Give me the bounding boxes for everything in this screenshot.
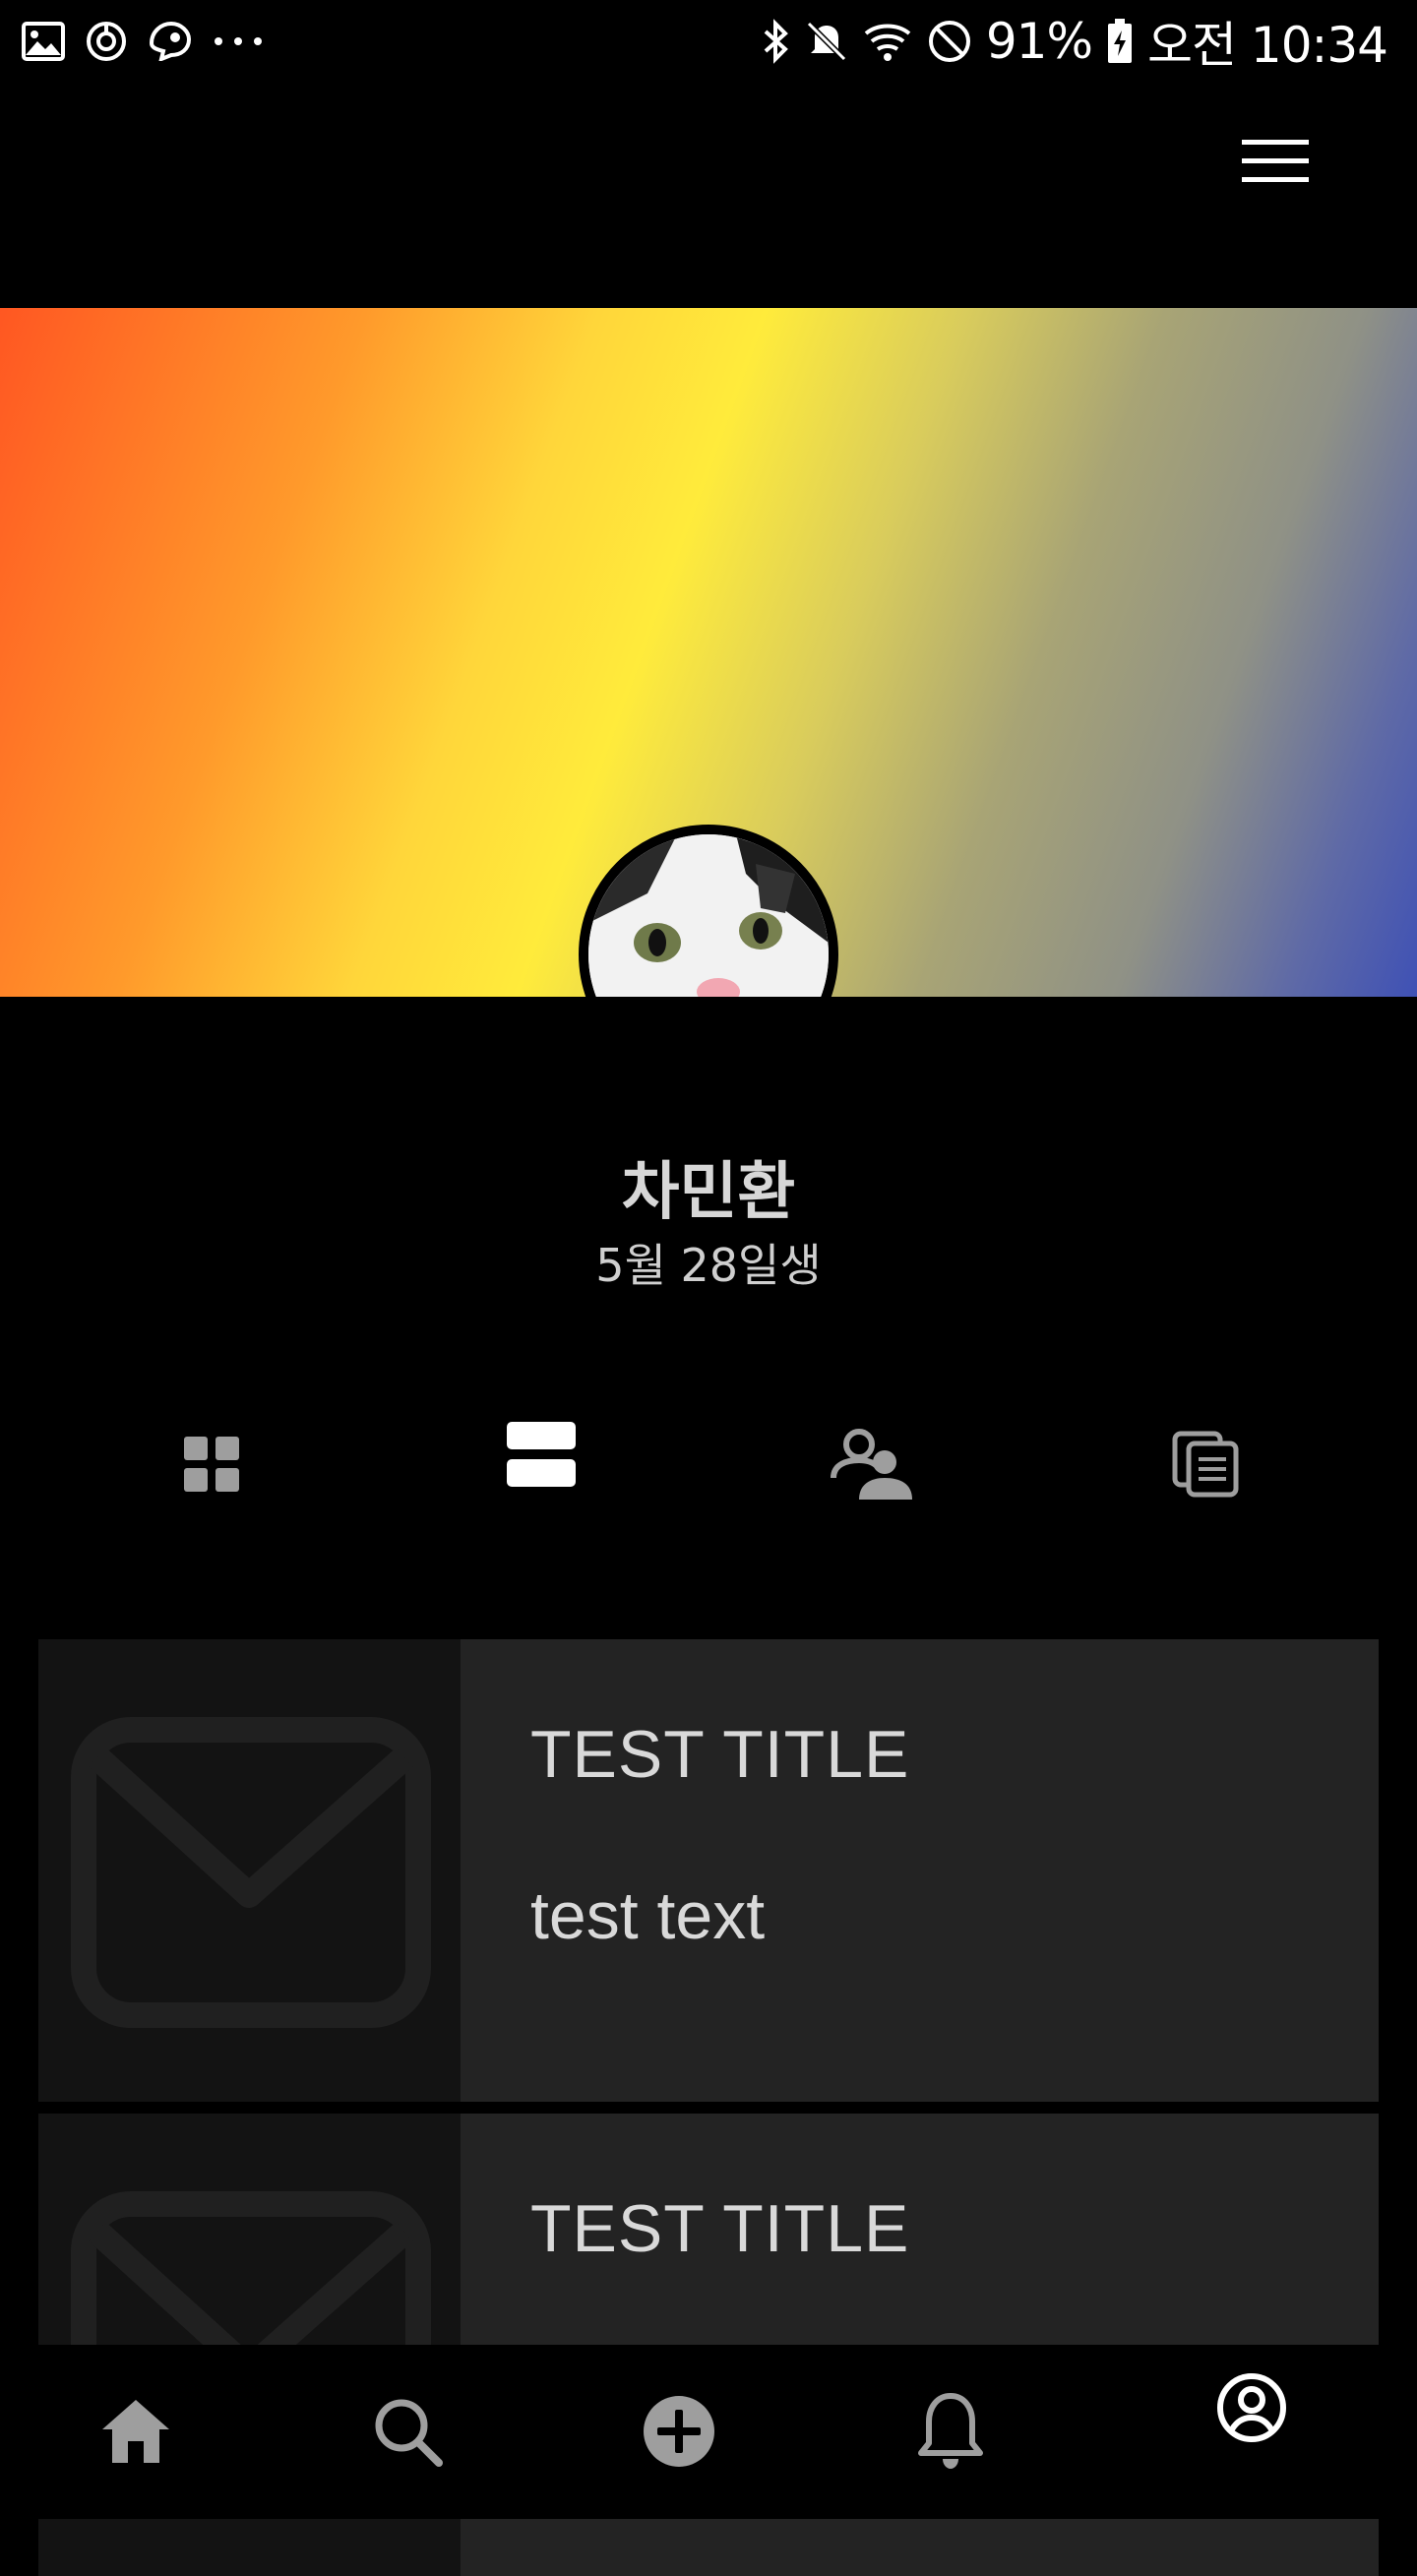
list-view-icon: [505, 1418, 578, 1496]
mail-icon: [71, 1717, 431, 2028]
people-icon: [830, 1427, 918, 1506]
tab-grid-view[interactable]: [143, 1397, 280, 1535]
account-circle-icon: [1216, 2372, 1287, 2448]
menu-button[interactable]: [1228, 126, 1323, 201]
nav-home[interactable]: [77, 2374, 195, 2492]
bell-icon: [915, 2392, 986, 2476]
post-thumbnail: [38, 1639, 461, 2102]
post-title: TEST TITLE: [530, 2191, 910, 2266]
wifi-icon: [862, 20, 913, 63]
battery-percent: 91%: [985, 13, 1093, 70]
tab-list-view[interactable]: [472, 1387, 610, 1525]
clock: 오전 10:34: [1147, 17, 1388, 74]
post-text: test text: [530, 1878, 766, 1953]
nav-search[interactable]: [348, 2374, 466, 2492]
profile-birthday: 5월 28일생: [595, 1239, 822, 1292]
do-not-disturb-icon: [927, 19, 972, 64]
documents-icon: [1171, 1430, 1240, 1503]
status-bar: 91% 오전 10:34: [0, 0, 1417, 83]
nav-profile[interactable]: [1193, 2351, 1311, 2469]
tab-people[interactable]: [805, 1397, 943, 1535]
steam-icon: [148, 22, 191, 61]
post-title: TEST TITLE: [530, 1717, 910, 1792]
post-card[interactable]: TEST TITLE test text: [38, 1639, 1379, 2102]
nav-add[interactable]: [620, 2374, 738, 2492]
nav-notifications[interactable]: [892, 2374, 1010, 2492]
sync-icon: [85, 20, 128, 63]
tab-documents[interactable]: [1137, 1397, 1274, 1535]
profile-name: 차민환: [621, 1156, 796, 1229]
grid-view-icon: [182, 1435, 241, 1499]
bottom-navigation: [0, 2345, 1417, 2519]
hamburger-menu-icon: [1240, 138, 1311, 190]
system-status: 91% 오전 10:34: [762, 12, 1388, 74]
bluetooth-icon: [762, 18, 791, 65]
add-circle-icon: [642, 2394, 716, 2474]
home-icon: [100, 2398, 171, 2470]
battery-charging-icon: [1106, 19, 1134, 64]
more-dots-icon: [211, 35, 266, 47]
gallery-icon: [22, 22, 65, 61]
search-icon: [372, 2396, 443, 2472]
mute-icon: [805, 20, 848, 63]
notification-icons: [22, 16, 266, 67]
